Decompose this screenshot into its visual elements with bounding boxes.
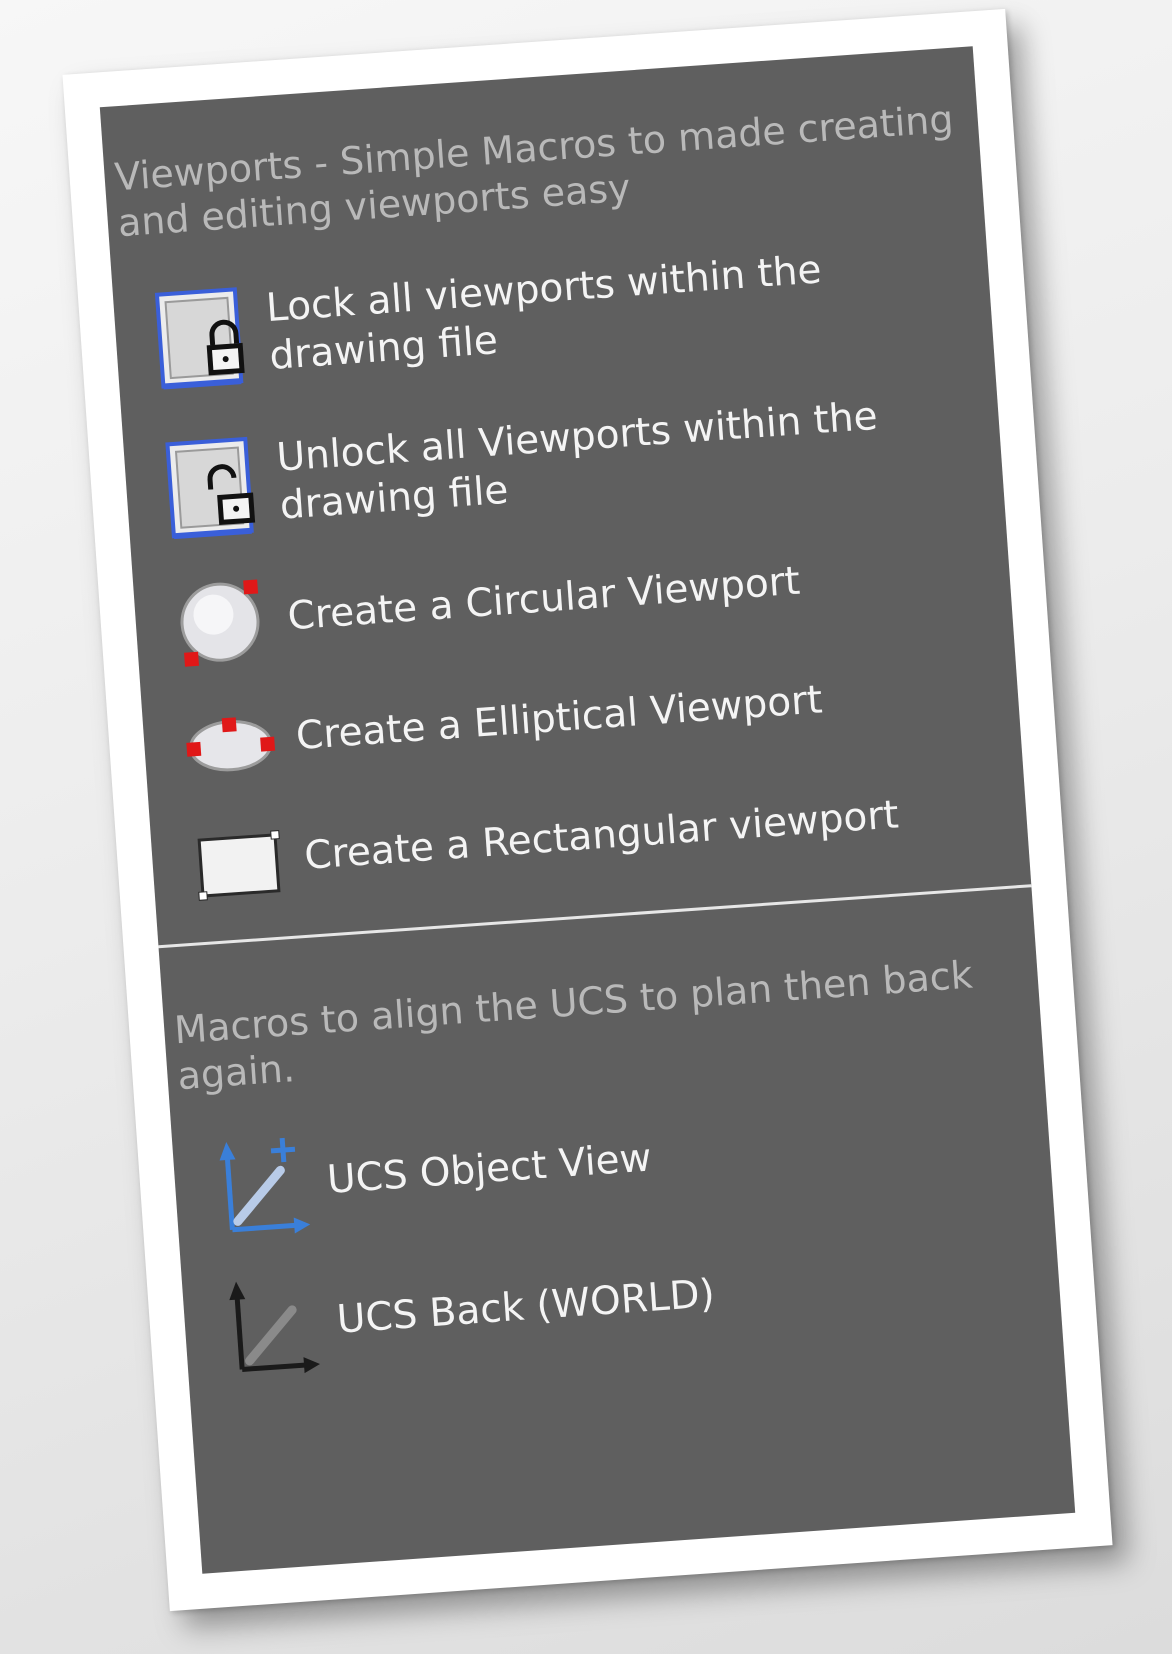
unlock-viewports-label: Unlock all Viewports within the drawing … xyxy=(275,393,880,529)
ucs-object-icon xyxy=(212,1129,311,1243)
lock-viewport-icon xyxy=(152,281,251,395)
elliptical-viewport-icon xyxy=(181,685,280,799)
lock-viewports-label: Lock all viewports within the drawing fi… xyxy=(264,247,823,380)
ucs-back-world-label: UCS Back (WORLD) xyxy=(335,1271,717,1343)
ucs-object-view-label: UCS Object View xyxy=(325,1135,653,1204)
ucs-world-icon xyxy=(222,1268,321,1382)
ucs-tool-list: UCS Object View UCS Back (WORLD) xyxy=(171,1061,1063,1401)
rectangular-viewport-icon xyxy=(189,804,288,918)
screenshot-card: Viewports - Simple Macros to made creati… xyxy=(62,8,1113,1612)
circular-viewport-label: Create a Circular Viewport xyxy=(286,558,802,640)
rectangular-viewport-label: Create a Rectangular viewport xyxy=(302,792,901,879)
unlock-viewport-icon xyxy=(163,430,262,544)
viewports-tool-list: Lock all viewports within the drawing fi… xyxy=(111,208,1030,927)
elliptical-viewport-label: Create a Elliptical Viewport xyxy=(294,677,824,760)
ucs-section: Macros to align the UCS to plan then bac… xyxy=(159,887,1064,1401)
circular-viewport-icon xyxy=(172,565,271,679)
tool-palette-panel: Viewports - Simple Macros to made creati… xyxy=(99,46,1076,1574)
